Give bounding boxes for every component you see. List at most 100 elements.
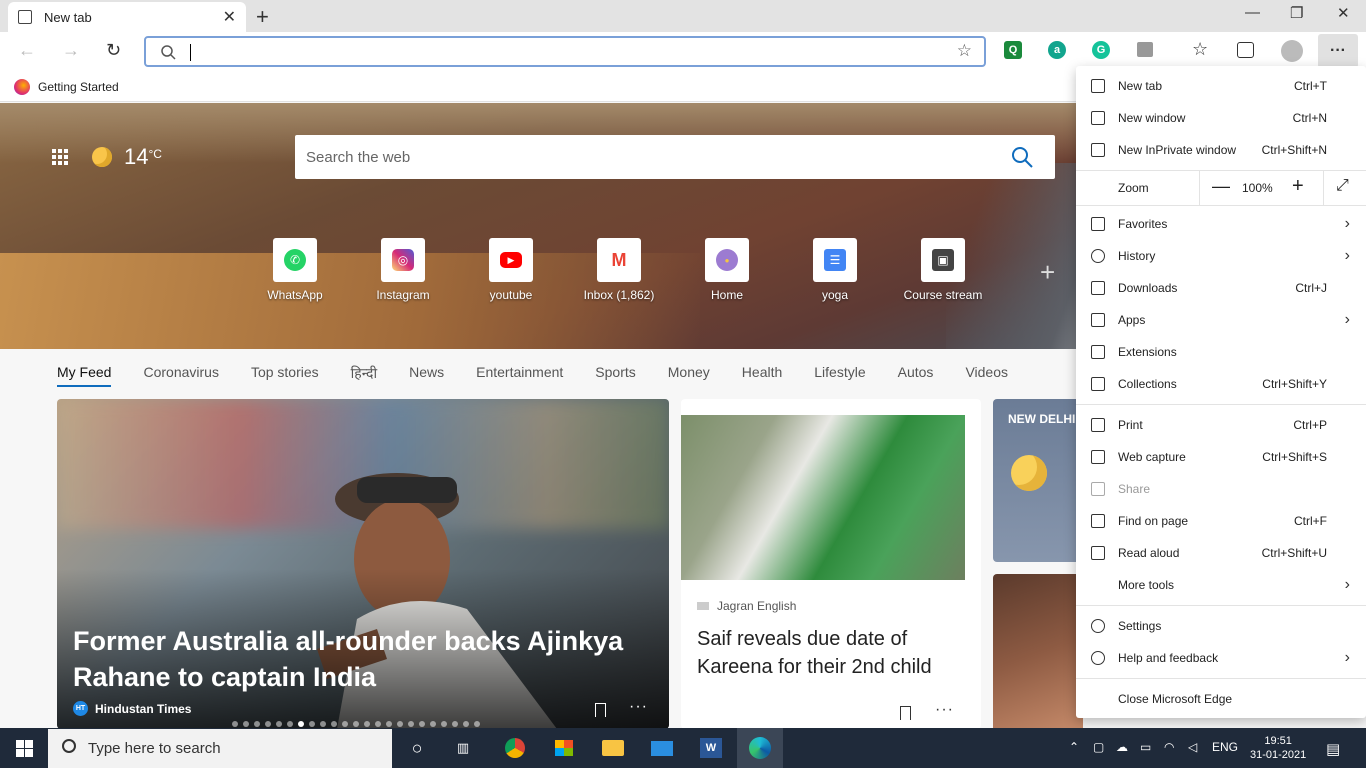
- news-card-kareena[interactable]: Jagran English Saif reveals due date of …: [681, 399, 981, 729]
- file-explorer-icon[interactable]: [600, 736, 626, 760]
- battery-icon[interactable]: ▭: [1140, 740, 1151, 754]
- menu-item-web-capture[interactable]: Web capture Ctrl+Shift+S: [1076, 441, 1366, 473]
- profile-avatar[interactable]: [1281, 40, 1303, 62]
- refresh-icon[interactable]: ↻: [106, 40, 121, 61]
- docs-icon: ☰: [824, 249, 846, 271]
- zoom-in-icon[interactable]: +: [1292, 175, 1304, 198]
- add-favorite-icon[interactable]: ☆: [957, 41, 972, 61]
- menu-item-new-window[interactable]: New window Ctrl+N: [1076, 102, 1366, 134]
- more-options-icon[interactable]: ···: [935, 701, 954, 719]
- notifications-icon[interactable]: ▤: [1326, 740, 1340, 758]
- search-icon[interactable]: [1011, 146, 1033, 168]
- find-icon: [1091, 514, 1105, 528]
- menu-item-settings[interactable]: Settings: [1076, 610, 1366, 642]
- quick-link-instagram[interactable]: ◎ Instagram: [349, 238, 457, 302]
- bookmark-icon[interactable]: [595, 703, 606, 717]
- store-icon[interactable]: [551, 736, 577, 760]
- menu-item-find-on-page[interactable]: Find on page Ctrl+F: [1076, 505, 1366, 537]
- news-card-partial[interactable]: [993, 574, 1083, 734]
- quick-link-youtube[interactable]: ▶ youtube: [457, 238, 565, 302]
- news-card-featured[interactable]: Former Australia all-rounder backs Ajink…: [57, 399, 669, 729]
- window-close-icon[interactable]: ✕: [1337, 4, 1350, 22]
- search-icon: [161, 45, 176, 60]
- add-quick-link-icon[interactable]: +: [1040, 257, 1055, 288]
- back-arrow-icon[interactable]: ←: [18, 40, 36, 61]
- feed-tab-sports[interactable]: Sports: [595, 364, 635, 387]
- extension-q-icon[interactable]: Q: [1004, 41, 1022, 59]
- restore-icon[interactable]: ❐: [1290, 4, 1303, 22]
- windows-start-icon[interactable]: [16, 740, 33, 757]
- web-search-box[interactable]: Search the web: [295, 135, 1055, 179]
- new-tab-plus-icon[interactable]: +: [256, 4, 269, 30]
- meet-now-icon[interactable]: ▢: [1093, 740, 1104, 754]
- menu-item-new-inprivate-window[interactable]: New InPrivate window Ctrl+Shift+N: [1076, 134, 1366, 166]
- zoom-out-icon[interactable]: —: [1212, 176, 1230, 197]
- menu-item-collections[interactable]: Collections Ctrl+Shift+Y: [1076, 368, 1366, 400]
- mail-icon[interactable]: [649, 736, 675, 760]
- featured-headline[interactable]: Former Australia all-rounder backs Ajink…: [73, 623, 653, 695]
- feed-tab-lifestyle[interactable]: Lifestyle: [814, 364, 865, 387]
- word-icon[interactable]: W: [698, 736, 724, 760]
- menu-item-help-and-feedback[interactable]: Help and feedback ›: [1076, 642, 1366, 674]
- taskbar-search-box[interactable]: Type here to search: [48, 729, 392, 768]
- menu-item-history[interactable]: History ›: [1076, 240, 1366, 272]
- feed-tab-top-stories[interactable]: Top stories: [251, 364, 319, 387]
- feed-tab-news[interactable]: News: [409, 364, 444, 387]
- quick-link-gmail[interactable]: M Inbox (1,862): [565, 238, 673, 302]
- menu-item-close-edge[interactable]: Close Microsoft Edge: [1076, 683, 1366, 715]
- menu-item-extensions[interactable]: Extensions: [1076, 336, 1366, 368]
- system-clock[interactable]: 19:51 31-01-2021: [1250, 734, 1306, 762]
- menu-item-new-tab[interactable]: New tab Ctrl+T: [1076, 70, 1366, 102]
- news-headline[interactable]: Saif reveals due date of Kareena for the…: [697, 625, 957, 681]
- minimize-icon[interactable]: —: [1245, 4, 1260, 21]
- whatsapp-icon: ✆: [284, 249, 306, 271]
- feed-tab-money[interactable]: Money: [668, 364, 710, 387]
- language-indicator[interactable]: ENG: [1212, 740, 1238, 754]
- app-launcher-icon[interactable]: [52, 149, 68, 165]
- quick-link-label: WhatsApp: [267, 288, 323, 302]
- grammarly-icon[interactable]: G: [1092, 41, 1110, 59]
- show-hidden-icons-icon[interactable]: ⌃: [1069, 740, 1079, 754]
- address-bar[interactable]: ☆: [144, 36, 986, 67]
- read-aloud-icon: [1091, 546, 1105, 560]
- quick-link-whatsapp[interactable]: ✆ WhatsApp: [241, 238, 349, 302]
- menu-item-more-tools[interactable]: More tools ›: [1076, 569, 1366, 601]
- favorite-getting-started[interactable]: Getting Started: [38, 80, 119, 94]
- menu-item-read-aloud[interactable]: Read aloud Ctrl+Shift+U: [1076, 537, 1366, 569]
- edge-icon[interactable]: [747, 736, 773, 760]
- wifi-icon[interactable]: ◠: [1164, 740, 1174, 754]
- feed-tab-entertainment[interactable]: Entertainment: [476, 364, 563, 387]
- quick-link-course-stream[interactable]: ▣ Course stream: [889, 238, 997, 302]
- task-view-icon[interactable]: ▥: [450, 736, 476, 760]
- collections-toolbar-icon[interactable]: [1237, 42, 1254, 58]
- tab-new-tab[interactable]: New tab ✕: [8, 2, 246, 32]
- feed-tab-health[interactable]: Health: [742, 364, 782, 387]
- feed-tab-autos[interactable]: Autos: [898, 364, 934, 387]
- cortana-icon[interactable]: ○: [404, 736, 430, 760]
- fullscreen-icon[interactable]: ⤢: [1336, 177, 1349, 195]
- menu-item-apps[interactable]: Apps ›: [1076, 304, 1366, 336]
- feed-tabs: My Feed Coronavirus Top stories हिन्दी N…: [57, 364, 1008, 387]
- onedrive-icon[interactable]: ☁: [1116, 740, 1128, 754]
- settings-more-button[interactable]: ···: [1318, 34, 1358, 68]
- weather-card[interactable]: NEW DELHI: [993, 399, 1083, 562]
- more-options-icon[interactable]: ···: [629, 698, 648, 716]
- feed-tab-my-feed[interactable]: My Feed: [57, 364, 112, 387]
- quick-link-home[interactable]: ● Home: [673, 238, 781, 302]
- menu-item-downloads[interactable]: Downloads Ctrl+J: [1076, 272, 1366, 304]
- menu-item-print[interactable]: Print Ctrl+P: [1076, 409, 1366, 441]
- bookmark-icon[interactable]: [900, 706, 911, 720]
- volume-icon[interactable]: ◁: [1188, 740, 1197, 754]
- feed-tab-videos[interactable]: Videos: [965, 364, 1008, 387]
- weather-widget[interactable]: 14 °C: [92, 144, 162, 170]
- extension-a-icon[interactable]: a: [1048, 41, 1066, 59]
- feed-tab-coronavirus[interactable]: Coronavirus: [143, 364, 218, 387]
- extension-gray-icon[interactable]: [1137, 42, 1153, 57]
- feed-tab-hindi[interactable]: हिन्दी: [351, 364, 377, 387]
- forward-arrow-icon[interactable]: →: [62, 40, 80, 61]
- tab-close-icon[interactable]: ✕: [223, 7, 236, 27]
- favorites-icon[interactable]: ☆: [1192, 39, 1208, 60]
- chrome-icon[interactable]: [502, 736, 528, 760]
- quick-link-yoga[interactable]: ☰ yoga: [781, 238, 889, 302]
- menu-item-favorites[interactable]: Favorites ›: [1076, 208, 1366, 240]
